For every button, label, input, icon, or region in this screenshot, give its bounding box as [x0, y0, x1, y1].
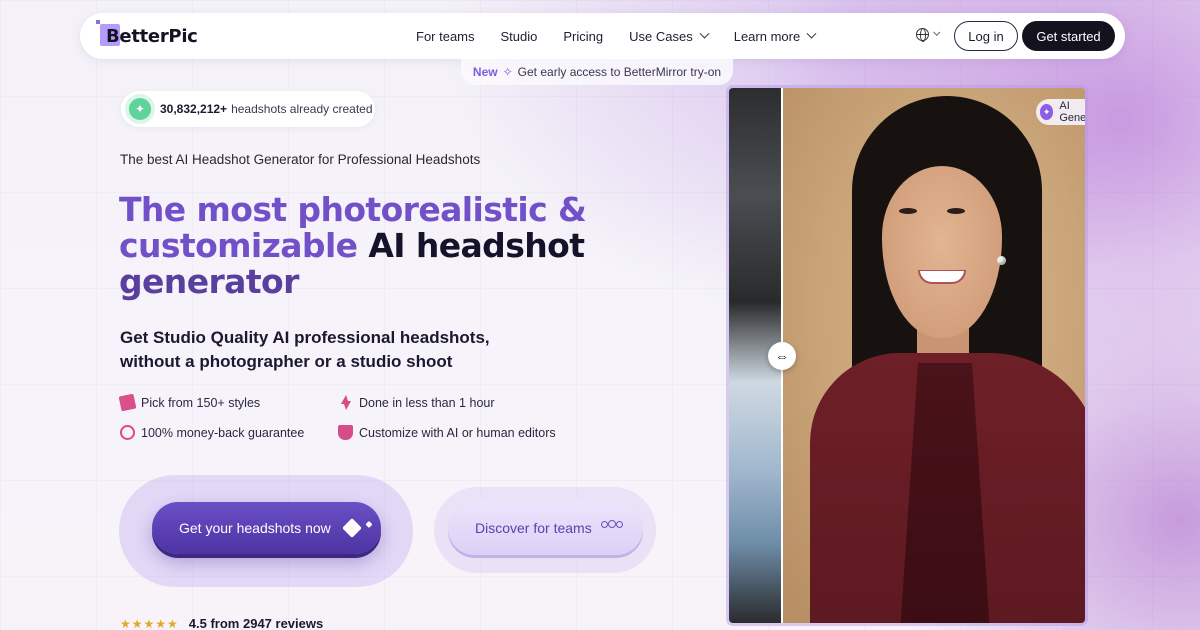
- counter-number: 30,832,212+: [160, 102, 228, 116]
- headshot-counter-pill: ✦ 30,832,212+ headshots already created: [121, 91, 375, 127]
- nav-link-label: Pricing: [563, 28, 604, 44]
- medal-icon: [120, 425, 135, 440]
- rating-text: 4.5 from 2947 reviews: [188, 616, 324, 630]
- chevron-down-icon: [933, 28, 941, 36]
- rating-row: ★★★★★ 4.5 from 2947 reviews: [120, 616, 323, 630]
- new-badge: New: [472, 65, 498, 79]
- nav-link-label: For teams: [416, 28, 475, 44]
- styles-icon: [118, 393, 137, 412]
- star-rating-icon: ★★★★★: [120, 616, 179, 630]
- portrait-eye: [899, 208, 917, 214]
- hero-eyebrow: The best AI Headshot Generator for Profe…: [120, 152, 481, 167]
- logo-dot: [96, 20, 100, 24]
- ai-generated-badge: ✦ AI Generated: [1036, 99, 1085, 125]
- feature-item: Customize with AI or human editors: [338, 425, 556, 440]
- headline-word-ai-headshot: AI headshot: [368, 226, 585, 265]
- before-after-comparison[interactable]: ✦ AI Generated ⇔: [729, 88, 1085, 623]
- nav-link-studio[interactable]: Studio: [501, 29, 538, 44]
- headline-word-customizable: customizable: [119, 226, 358, 265]
- feature-label: Pick from 150+ styles: [141, 395, 261, 410]
- logo-text: BetterPic: [106, 25, 198, 47]
- comparison-slider-handle[interactable]: ⇔: [768, 342, 796, 370]
- hero-headline: The most photorealistic & customizable A…: [119, 192, 639, 300]
- portrait-earring: [997, 256, 1006, 265]
- announcement-banner[interactable]: New ✧ Get early access to BetterMirror t…: [461, 59, 733, 85]
- logo[interactable]: BetterPic: [96, 20, 198, 50]
- nav-link-pricing[interactable]: Pricing: [563, 29, 603, 44]
- get-headshots-button[interactable]: Get your headshots now: [152, 502, 381, 554]
- globe-icon: [916, 28, 929, 42]
- nav-link-for-teams[interactable]: For teams: [416, 29, 475, 44]
- ai-sparkle-icon: ✦: [1040, 104, 1054, 120]
- shield-icon: [338, 425, 353, 440]
- nav-link-label: Use Cases: [629, 28, 693, 44]
- announcement-text: Get early access to BetterMirror try-on: [517, 65, 722, 79]
- feature-label: 100% money-back guarantee: [141, 425, 305, 440]
- feature-label: Done in less than 1 hour: [359, 395, 495, 410]
- portrait-eye: [947, 208, 965, 214]
- top-navbar: BetterPic For teams Studio Pricing Use C…: [80, 13, 1125, 59]
- feature-item: Pick from 150+ styles: [118, 393, 261, 412]
- nav-link-label: Studio: [500, 28, 538, 44]
- feature-label: Customize with AI or human editors: [359, 425, 556, 440]
- badge-label: AI Generated: [1059, 100, 1085, 124]
- after-photo: ✦ AI Generated: [782, 88, 1085, 623]
- headline-word-generator: generator: [119, 262, 299, 301]
- portrait-smile: [918, 270, 966, 284]
- lightning-icon: [338, 395, 353, 410]
- language-selector[interactable]: [916, 28, 941, 42]
- button-label: Get your headshots now: [179, 520, 331, 536]
- hero-subheadline: Get Studio Quality AI professional heads…: [120, 328, 490, 371]
- sparkle-diamond-icon: [341, 518, 362, 538]
- chevron-down-icon: [806, 28, 817, 39]
- sparkle-icon: ✧: [502, 65, 513, 79]
- nav-link-use-cases[interactable]: Use Cases: [629, 28, 710, 44]
- sparkle-icon: ✦: [129, 98, 151, 120]
- get-started-button[interactable]: Get started: [1022, 21, 1115, 51]
- feature-item: Done in less than 1 hour: [338, 395, 495, 410]
- feature-item: 100% money-back guarantee: [120, 425, 304, 440]
- nav-link-label: Learn more: [733, 28, 801, 44]
- headline-line-1: The most photorealistic &: [119, 190, 587, 229]
- chevron-down-icon: [699, 28, 710, 39]
- discover-teams-button[interactable]: Discover for teams: [448, 501, 643, 555]
- counter-label: headshots already created: [231, 102, 373, 116]
- people-icon: [600, 520, 623, 536]
- login-button[interactable]: Log in: [954, 21, 1018, 51]
- nav-links: For teams Studio Pricing Use Cases Learn…: [416, 13, 841, 59]
- button-label: Discover for teams: [475, 520, 592, 536]
- nav-link-learn-more[interactable]: Learn more: [733, 28, 817, 44]
